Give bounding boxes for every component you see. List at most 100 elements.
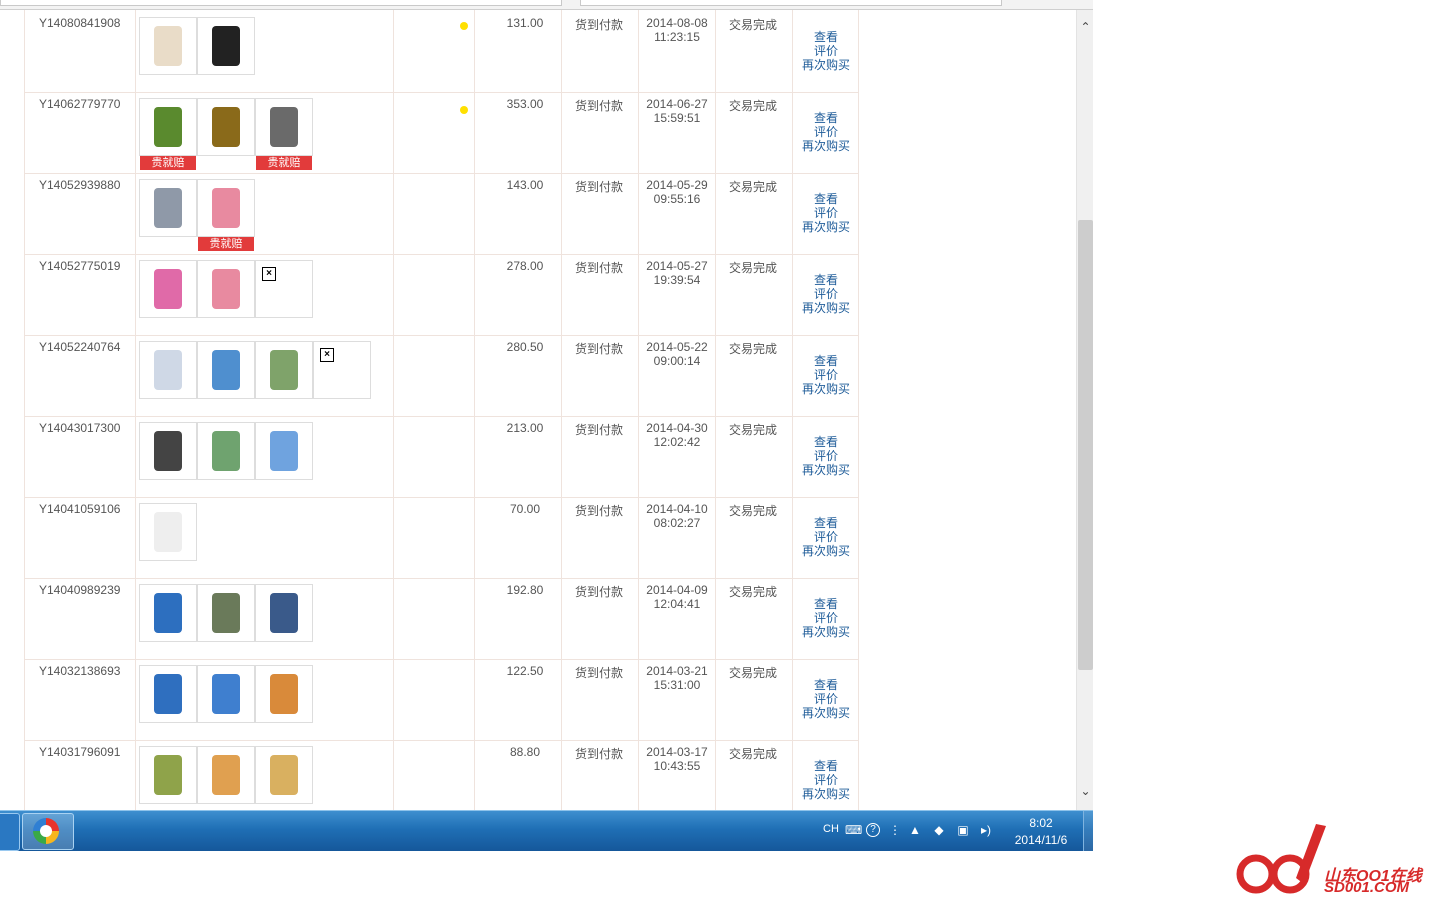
view-link[interactable]: 查看 [799, 678, 853, 692]
keyboard-icon[interactable]: ⌨ [845, 823, 862, 837]
rebuy-link[interactable]: 再次购买 [799, 625, 853, 639]
product-thumbnail[interactable] [139, 665, 197, 723]
product-thumbnail[interactable] [139, 179, 197, 237]
review-link[interactable]: 评价 [799, 449, 853, 463]
product-thumbnail[interactable] [139, 341, 197, 399]
broken-image-icon: × [320, 348, 334, 362]
table-row: Y14052939880 贵就赔 143.00 货到付款 2014-05-29 09:55… [25, 174, 858, 255]
order-id[interactable]: Y14052939880 [39, 178, 120, 192]
taskbar-app-browser[interactable] [22, 813, 74, 850]
rebuy-link[interactable]: 再次购买 [799, 706, 853, 720]
view-link[interactable]: 查看 [799, 30, 853, 44]
review-link[interactable]: 评价 [799, 287, 853, 301]
product-thumbnail[interactable] [197, 98, 255, 156]
product-thumbnail[interactable] [139, 98, 197, 156]
product-thumbnail[interactable] [197, 422, 255, 480]
view-link[interactable]: 查看 [799, 435, 853, 449]
broken-image-icon[interactable]: × [255, 260, 313, 318]
order-id[interactable]: Y14052240764 [39, 340, 120, 354]
product-thumbnail[interactable] [139, 746, 197, 804]
order-date: 2014-04-09 [646, 583, 708, 597]
show-hidden-icons-icon[interactable]: ▲ [908, 823, 922, 837]
order-id[interactable]: Y14080841908 [39, 16, 120, 30]
status-dot-icon [460, 22, 468, 30]
product-thumbnail[interactable] [255, 341, 313, 399]
ime-options-icon[interactable]: ⋮ [888, 823, 902, 837]
rebuy-link[interactable]: 再次购买 [799, 220, 853, 234]
order-date: 2014-05-29 [646, 178, 708, 192]
product-thumbnail[interactable] [197, 584, 255, 642]
review-link[interactable]: 评价 [799, 611, 853, 625]
system-clock[interactable]: 8:02 2014/11/6 [1003, 815, 1079, 849]
product-image [154, 269, 182, 309]
network-icon[interactable]: ▣ [956, 823, 970, 837]
vertical-scrollbar[interactable]: ⌃ ⌄ [1076, 10, 1093, 810]
start-button[interactable] [0, 813, 20, 851]
review-link[interactable]: 评价 [799, 44, 853, 58]
order-id[interactable]: Y14052775019 [39, 259, 120, 273]
product-thumbnail[interactable] [139, 584, 197, 642]
help-icon[interactable]: ? [866, 823, 880, 837]
product-thumbnail[interactable] [139, 422, 197, 480]
product-image [270, 350, 298, 390]
security-shield-icon[interactable]: ◆ [932, 823, 946, 837]
order-price: 278.00 [506, 259, 544, 273]
review-link[interactable]: 评价 [799, 368, 853, 382]
rebuy-link[interactable]: 再次购买 [799, 463, 853, 477]
rebuy-link[interactable]: 再次购买 [799, 139, 853, 153]
table-row: Y14041059106 70.00 货到付款 2014-04-10 08:02:27 交… [25, 498, 858, 579]
order-date: 2014-03-21 [646, 664, 708, 678]
rebuy-link[interactable]: 再次购买 [799, 544, 853, 558]
product-thumbnail[interactable] [255, 746, 313, 804]
order-time: 12:04:41 [653, 597, 701, 611]
chevron-up-icon[interactable]: ⌃ [1077, 20, 1093, 36]
view-link[interactable]: 查看 [799, 516, 853, 530]
product-thumbnail[interactable] [139, 503, 197, 561]
view-link[interactable]: 查看 [799, 111, 853, 125]
review-link[interactable]: 评价 [799, 530, 853, 544]
order-id[interactable]: Y14031796091 [39, 745, 120, 759]
scrollbar-thumb[interactable] [1078, 220, 1093, 670]
view-link[interactable]: 查看 [799, 759, 853, 773]
order-id[interactable]: Y14043017300 [39, 421, 120, 435]
view-link[interactable]: 查看 [799, 354, 853, 368]
chevron-down-icon[interactable]: ⌄ [1077, 784, 1093, 800]
product-thumbnail[interactable] [197, 179, 255, 237]
product-image [212, 350, 240, 390]
review-link[interactable]: 评价 [799, 692, 853, 706]
product-thumbnail[interactable] [139, 260, 197, 318]
product-thumbnail[interactable] [255, 665, 313, 723]
rebuy-link[interactable]: 再次购买 [799, 787, 853, 801]
order-id[interactable]: Y14040989239 [39, 583, 120, 597]
product-image [154, 350, 182, 390]
rebuy-link[interactable]: 再次购买 [799, 382, 853, 396]
product-thumbnail[interactable] [197, 746, 255, 804]
address-field-edge[interactable] [0, 0, 562, 6]
product-thumbnail[interactable] [197, 665, 255, 723]
order-id[interactable]: Y14032138693 [39, 664, 120, 678]
view-link[interactable]: 查看 [799, 273, 853, 287]
product-thumbnail[interactable] [255, 584, 313, 642]
order-datetime: 2014-05-22 09:00:14 [639, 340, 715, 368]
product-thumbnail[interactable] [197, 341, 255, 399]
order-actions: 查看 评价 再次购买 [799, 516, 853, 558]
search-field-edge[interactable] [580, 0, 1002, 6]
review-link[interactable]: 评价 [799, 206, 853, 220]
review-link[interactable]: 评价 [799, 773, 853, 787]
volume-icon[interactable]: ▸) [979, 823, 993, 837]
rebuy-link[interactable]: 再次购买 [799, 58, 853, 72]
review-link[interactable]: 评价 [799, 125, 853, 139]
view-link[interactable]: 查看 [799, 192, 853, 206]
input-language[interactable]: CH [823, 823, 839, 835]
show-desktop-button[interactable] [1083, 811, 1094, 851]
product-thumbnail[interactable] [255, 98, 313, 156]
order-id[interactable]: Y14041059106 [39, 502, 120, 516]
product-thumbnail[interactable] [255, 422, 313, 480]
product-thumbnail[interactable] [197, 17, 255, 75]
product-thumbnail[interactable] [139, 17, 197, 75]
rebuy-link[interactable]: 再次购买 [799, 301, 853, 315]
order-id[interactable]: Y14062779770 [39, 97, 120, 111]
view-link[interactable]: 查看 [799, 597, 853, 611]
broken-image-icon[interactable]: × [313, 341, 371, 399]
product-thumbnail[interactable] [197, 260, 255, 318]
